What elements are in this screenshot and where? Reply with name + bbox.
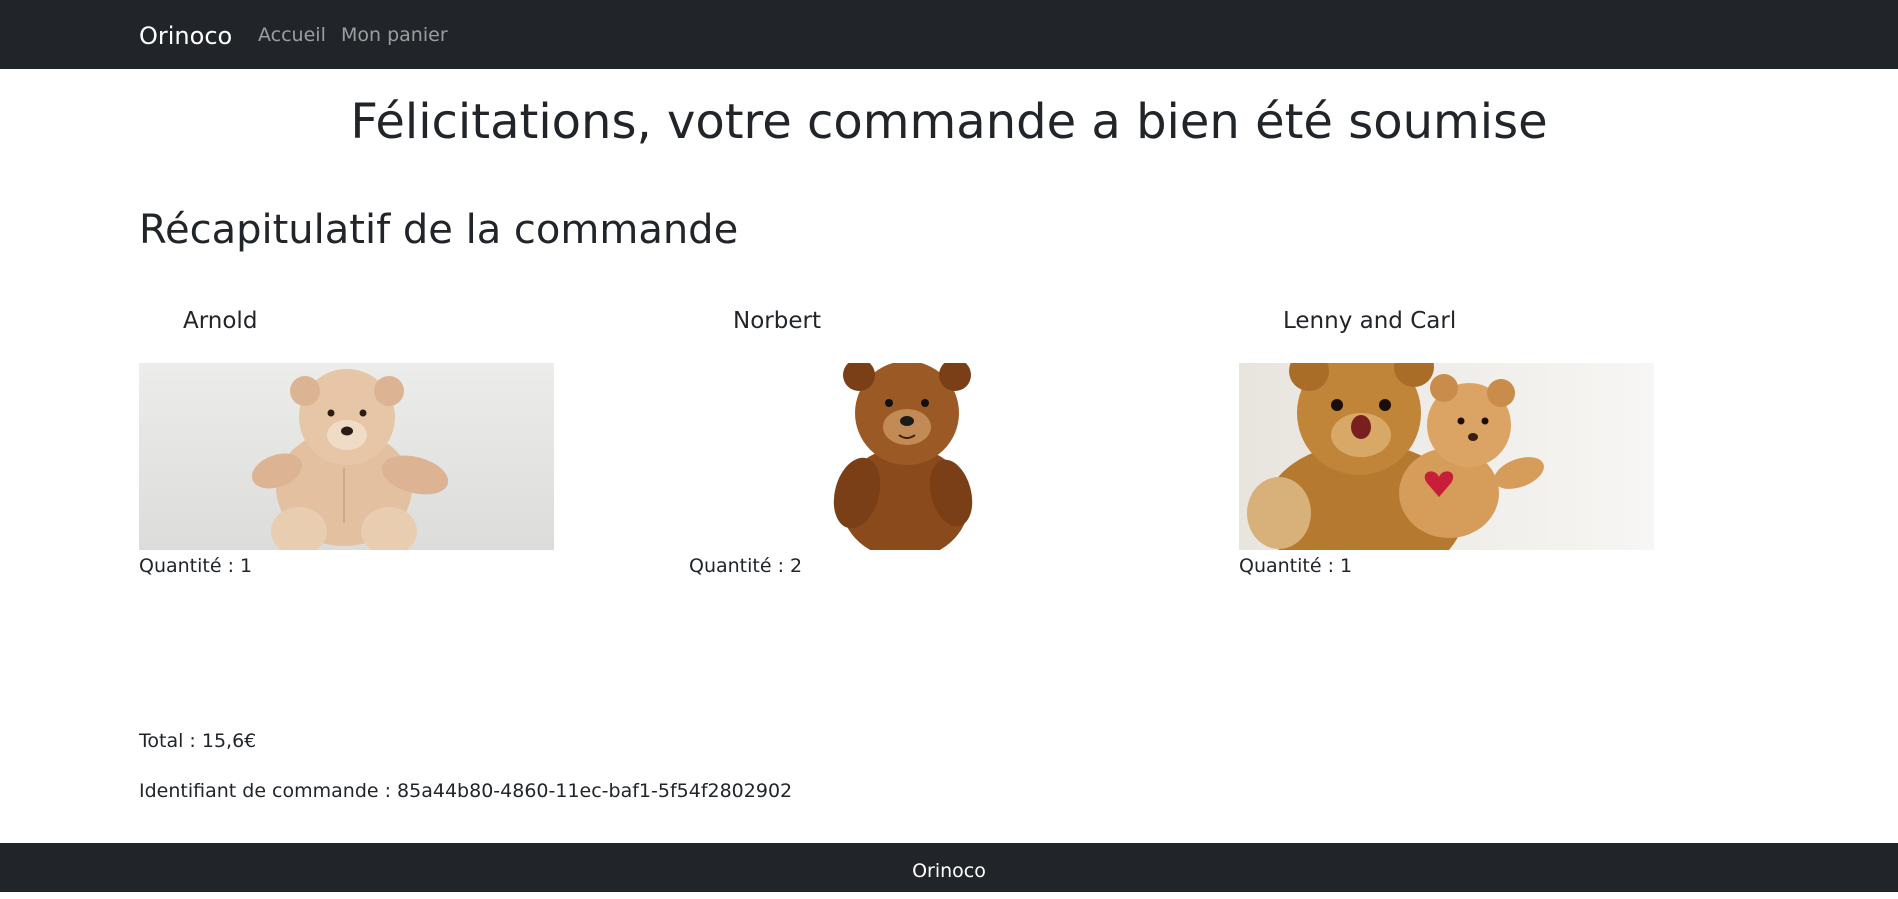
product-quantity: Quantité : 1 <box>1239 555 1353 577</box>
nav-link-accueil[interactable]: Accueil <box>258 23 326 47</box>
product-name: Lenny and Carl <box>1283 308 1457 334</box>
brown-teddy-bear-icon <box>689 363 1104 550</box>
product-quantity: Quantité : 1 <box>139 555 253 577</box>
beige-teddy-bear-icon <box>139 363 554 550</box>
nav-link-mon-panier[interactable]: Mon panier <box>341 23 448 47</box>
order-item: Arnold Quantité: 1 <box>139 305 554 579</box>
two-teddy-bears-icon <box>1239 363 1654 550</box>
order-id: Identifiant de commande : 85a44b80-4860-… <box>139 780 793 802</box>
product-image <box>1239 363 1654 550</box>
footer: Orinoco <box>0 843 1898 892</box>
brand-link[interactable]: Orinoco <box>139 20 232 52</box>
product-image <box>139 363 554 550</box>
order-item: Lenny and Carl Quantité: 1 <box>1239 305 1654 579</box>
product-name: Arnold <box>183 308 258 334</box>
order-summary-title: Récapitulatif de la commande <box>139 207 739 253</box>
order-total: Total : 15,6€ <box>139 730 257 752</box>
product-name: Norbert <box>733 308 821 334</box>
product-image <box>689 363 1104 550</box>
page-title: Félicitations, votre commande a bien été… <box>350 94 1548 150</box>
product-quantity: Quantité : 2 <box>689 555 803 577</box>
order-item: Norbert Quantité : 2 <box>689 305 1104 579</box>
top-navbar: Orinoco Accueil Mon panier <box>0 0 1898 69</box>
